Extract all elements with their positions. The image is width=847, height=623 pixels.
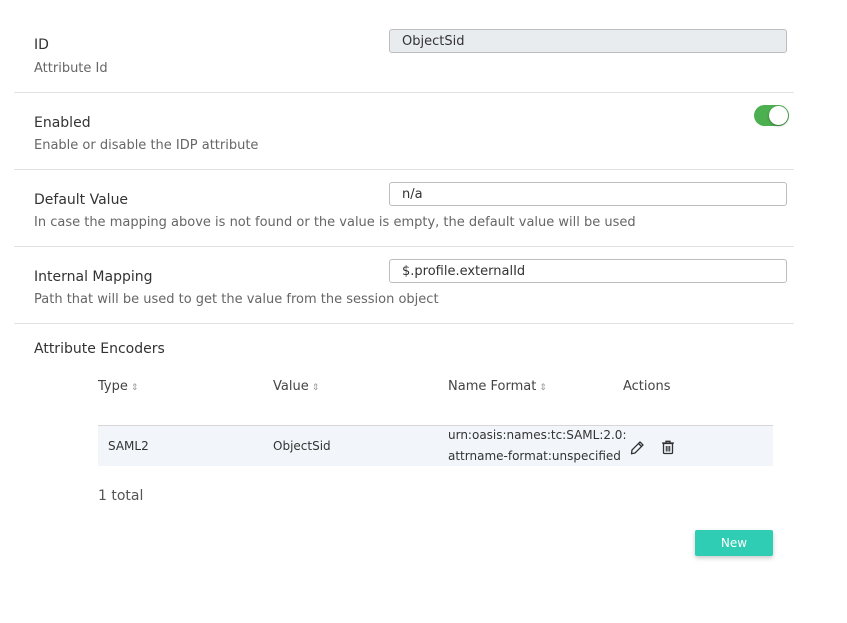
id-label: ID [34,37,49,53]
total-count: 1 total [98,488,144,504]
column-header-actions-label: Actions [623,379,671,394]
column-header-name-format-label: Name Format [448,379,537,394]
enabled-label: Enabled [34,115,91,131]
default-value-label: Default Value [34,192,129,208]
attribute-encoders-title: Attribute Encoders [34,341,165,357]
sort-icon[interactable]: ⇕ [539,383,547,393]
enabled-toggle[interactable] [754,105,789,126]
column-header-name-format[interactable]: Name Format ⇕ [448,379,547,394]
column-header-value-label: Value [273,379,309,394]
cell-name-format-line1: urn:oasis:names:tc:SAML:2.0: [448,428,627,442]
edit-icon[interactable] [629,440,645,456]
column-header-actions: Actions [623,379,671,394]
delete-icon[interactable] [660,439,676,455]
column-header-type-label: Type [98,379,128,394]
cell-type: SAML2 [108,439,149,453]
sort-icon[interactable]: ⇕ [131,383,139,393]
enabled-description: Enable or disable the IDP attribute [34,138,259,153]
internal-mapping-description: Path that will be used to get the value … [34,292,439,307]
internal-mapping-label: Internal Mapping [34,269,153,285]
id-input[interactable] [389,29,787,53]
cell-value: ObjectSid [273,439,331,453]
column-header-value[interactable]: Value ⇕ [273,379,319,394]
default-value-description: In case the mapping above is not found o… [34,215,636,230]
default-value-input[interactable] [389,182,787,206]
cell-name-format-line2: attrname-format:unspecified [448,449,621,463]
field-row-id: ID Attribute Id [14,0,794,93]
internal-mapping-input[interactable] [389,259,787,283]
field-row-default-value: Default Value In case the mapping above … [14,170,794,247]
field-row-internal-mapping: Internal Mapping Path that will be used … [14,247,794,324]
toggle-knob [769,106,788,125]
new-encoder-button[interactable]: New [695,530,773,556]
table-row: SAML2 ObjectSid urn:oasis:names:tc:SAML:… [98,426,773,466]
id-description: Attribute Id [34,61,108,76]
sort-icon[interactable]: ⇕ [312,383,320,393]
column-header-type[interactable]: Type ⇕ [98,379,138,394]
field-row-enabled: Enabled Enable or disable the IDP attrib… [14,93,794,170]
